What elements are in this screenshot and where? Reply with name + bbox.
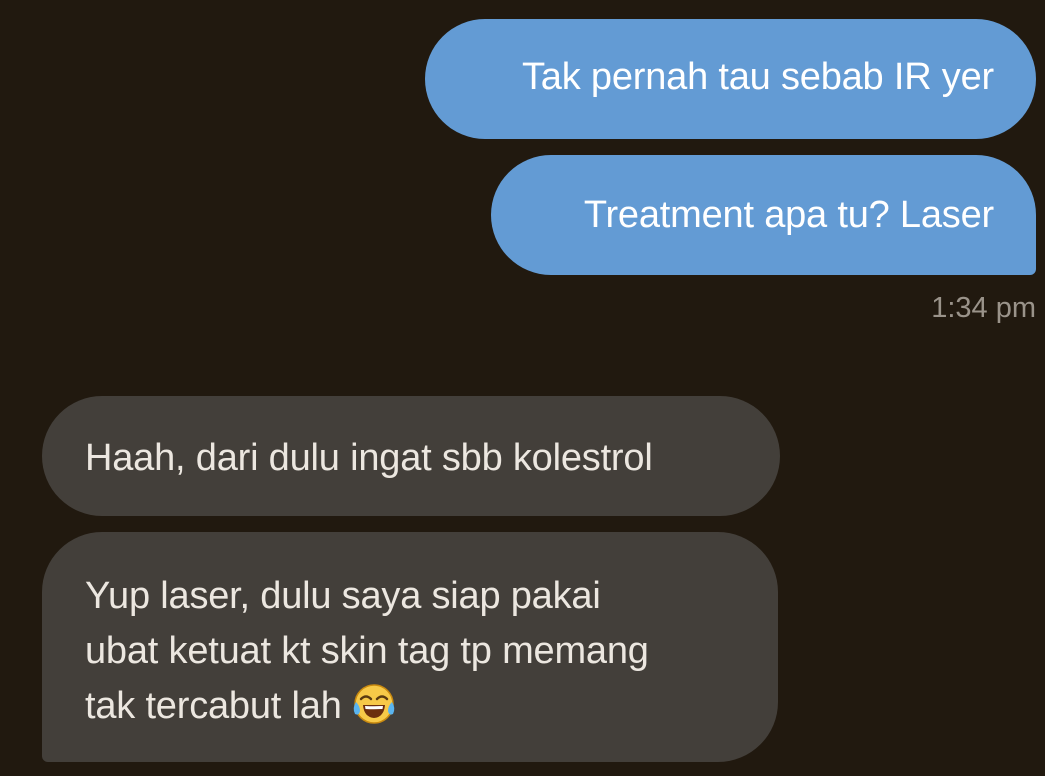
message-text-line-content: tak tercabut lah [85, 685, 342, 727]
face-with-tears-of-joy-icon [353, 684, 394, 724]
chat-thread: Tak pernah tau sebab IR yer Treatment ap… [0, 0, 1045, 776]
incoming-message-bubble[interactable]: Haah, dari dulu ingat sbb kolestrol [42, 396, 780, 516]
outgoing-message-bubble[interactable]: Tak pernah tau sebab IR yer [425, 19, 1036, 139]
message-text-line: Yup laser, dulu saya siap pakai [85, 575, 601, 617]
incoming-message-bubble[interactable]: Yup laser, dulu saya siap pakai ubat ket… [42, 532, 778, 762]
message-text-line: tak tercabut lah [85, 679, 778, 734]
message-text-line: ubat ketuat kt skin tag tp memang [85, 630, 649, 672]
message-timestamp: 1:34 pm [931, 292, 1036, 324]
outgoing-message-bubble[interactable]: Treatment apa tu? Laser [491, 155, 1036, 275]
